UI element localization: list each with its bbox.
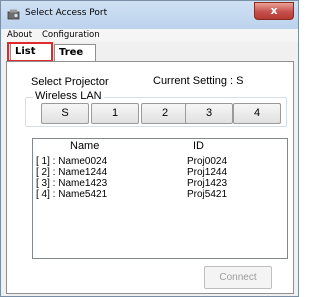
list-item-id: Proj5421 [187,189,228,200]
select-projector-label: Select Projector [31,76,109,88]
list-item[interactable]: [ 3] : Name1423 Proj1423 [33,178,287,189]
wireless-2-button[interactable]: 2 [141,103,189,124]
close-button[interactable]: x [254,2,294,20]
app-icon [7,9,20,20]
wireless-s-button[interactable]: S [41,103,89,124]
wireless-3-button[interactable]: 3 [185,103,233,124]
menu-item-about[interactable]: About [7,30,32,40]
window-title: Select Access Port [25,8,108,18]
list-item-name: [ 2] : Name1244 [36,167,108,178]
list-item-name: [ 3] : Name1423 [36,178,108,189]
list-item-name: [ 1] : Name0024 [36,156,108,167]
list-item-id: Proj1423 [187,178,228,189]
wireless-1-button[interactable]: 1 [91,103,139,124]
current-setting-label: Current Setting : S [153,75,244,87]
list-item[interactable]: [ 2] : Name1244 Proj1244 [33,167,287,178]
list-header: Name ID [33,139,287,154]
menu-item-configuration[interactable]: Configuration [42,30,100,40]
list-item[interactable]: [ 4] : Name5421 Proj5421 [33,189,287,200]
list-item[interactable]: [ 1] : Name0024 Proj0024 [33,156,287,167]
column-header-id[interactable]: ID [193,140,204,152]
close-icon: x [270,4,278,17]
list-item-id: Proj1244 [187,167,228,178]
wireless-lan-label: Wireless LAN [33,90,104,102]
column-header-name[interactable]: Name [70,140,99,152]
tab-tree[interactable]: Tree [54,44,96,61]
connect-button[interactable]: Connect [204,266,272,289]
select-access-port-window: Select Access Port x About Configuration… [0,0,299,297]
menu-bar: About Configuration [2,29,298,42]
tab-highlight-box [7,42,53,62]
projector-list[interactable]: Name ID [ 1] : Name0024 Proj0024 [ 2] : … [32,138,288,259]
wireless-4-button[interactable]: 4 [233,103,281,124]
title-bar[interactable]: Select Access Port x [1,1,298,29]
list-item-name: [ 4] : Name5421 [36,189,108,200]
list-item-id: Proj0024 [187,156,228,167]
